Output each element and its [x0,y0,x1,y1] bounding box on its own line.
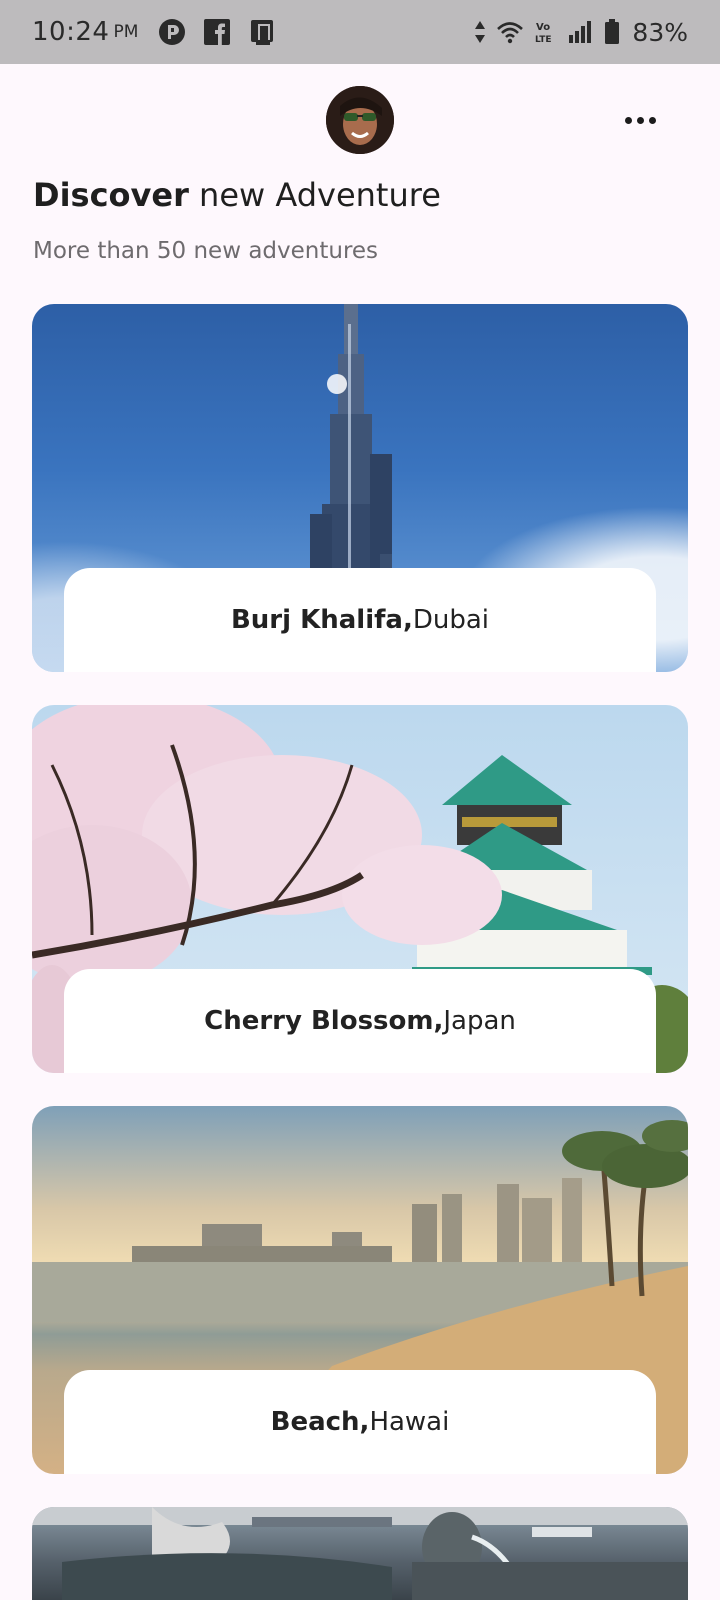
card-label-japan: Cherry Blossom, Japan [64,969,656,1073]
profile-avatar-image [326,86,394,154]
adventure-card-singapore[interactable] [32,1507,688,1600]
status-time: 10:24 [32,17,110,47]
svg-text:Vo: Vo [536,22,550,33]
system-icons: Vo LTE 83% [474,18,688,47]
page-title: Discover new Adventure [33,176,441,214]
card-label-hawaii: Beach, Hawai [64,1370,656,1474]
adventure-card-hawaii[interactable]: Beach, Hawai [32,1106,688,1474]
card-location: Dubai [412,605,490,635]
volte-icon: Vo LTE [535,22,552,44]
card-location: Japan [443,1006,516,1036]
adventure-card-japan[interactable]: Cherry Blossom, Japan [32,705,688,1073]
card-location: Hawai [369,1407,450,1437]
card-name: Cherry Blossom, [204,1006,444,1036]
page-title-rest: new Adventure [188,176,441,214]
more-options-button[interactable] [618,104,662,136]
avatar[interactable] [326,86,394,154]
battery-icon [605,19,620,44]
page-subtitle: More than 50 new adventures [33,238,379,264]
phone-transfer-icon [251,20,274,45]
svg-text:LTE: LTE [535,35,552,44]
status-bar: 10:24 PM Vo LTE 83% [0,0,720,64]
card-photo-singapore [32,1507,688,1600]
notification-icons [158,18,278,46]
data-arrows-icon [475,21,486,43]
more-horizontal-icon-dot [648,116,656,124]
card-label-dubai: Burj Khalifa, Dubai [64,568,656,672]
signal-icon [569,21,592,43]
status-ampm: PM [113,22,139,42]
circle-p-icon [159,19,186,45]
adventure-card-dubai[interactable]: Burj Khalifa, Dubai [32,304,688,672]
card-name: Burj Khalifa, [230,605,413,635]
wifi-icon [497,22,524,44]
page-title-bold: Discover [33,176,189,214]
more-horizontal-icon-dot [636,116,644,124]
more-horizontal-icon [624,116,632,124]
battery-percent: 83% [632,17,688,47]
card-name: Beach, [270,1407,370,1437]
facebook-icon [204,19,231,45]
